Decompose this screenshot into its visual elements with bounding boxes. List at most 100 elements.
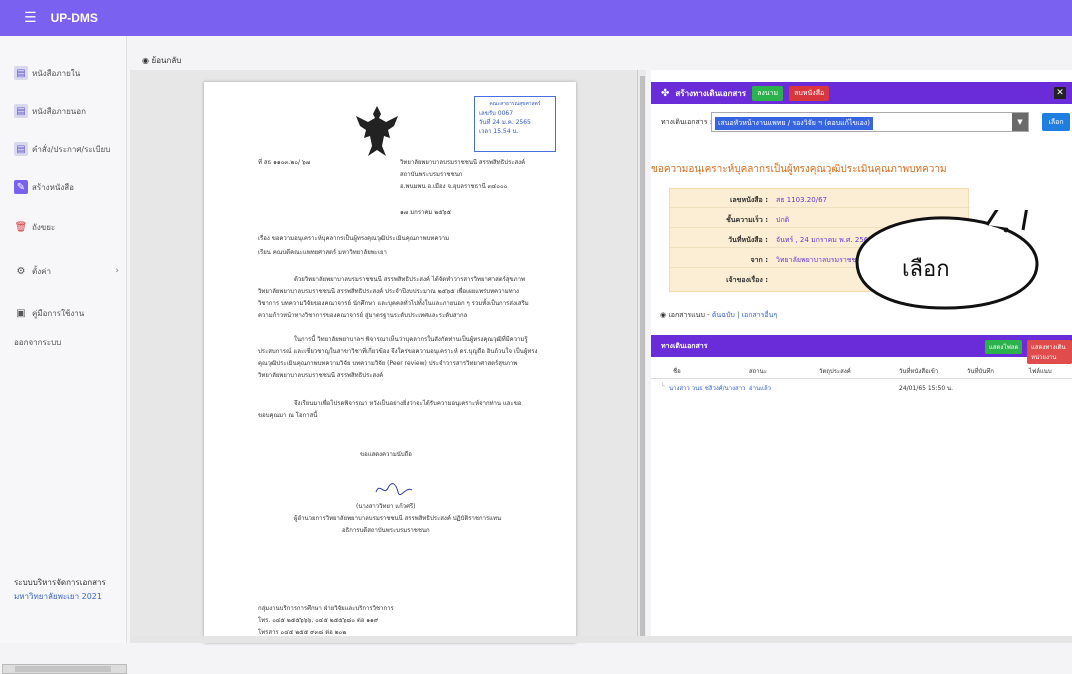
settings-icon: ⚙ [16, 265, 26, 277]
doc-closing: ขอแสดงความนับถือ [360, 451, 412, 458]
viewer-scrollbar[interactable] [637, 70, 646, 643]
document-page: คณะสาธารณสุขศาสตร์ เลขรับ 0067 วันที่ 24… [204, 82, 576, 643]
route-select[interactable]: เสนอหัวหน้างานแพทย / รองวิจัย ฯ (ตอบแก้ไ… [711, 112, 1029, 132]
show-route-button[interactable]: แสดงทางเดินหน่วยงาน [1027, 340, 1072, 364]
inbox-doc-icon: ▤ [14, 66, 28, 80]
sidebar-item-label: หนังสือภายนอก [32, 106, 86, 116]
info-value: ปกติ [776, 216, 790, 224]
scrollbar-thumb[interactable] [15, 666, 111, 672]
back-label: ย้อนกลับ [151, 56, 182, 65]
order-doc-icon: ▤ [14, 142, 28, 156]
doc-org-3: อ.พนมพน อ.เมือง จ.อุบลราชธานี ๓๔๐๐๐ [400, 183, 508, 190]
sidebar-item-external-docs[interactable]: ▤ หนังสือภายนอก [0, 96, 127, 126]
table-row[interactable]: └ นางสาว วนธ ชลิวงศ์/นางสาว อ่านแล้ว 24/… [651, 383, 1072, 397]
info-key: วันที่หนังสือ : [728, 236, 768, 244]
panel-title: สร้างทางเดินเอกสาร [675, 88, 747, 98]
doc-org-2: สถาบันพระบรมราชชนก [400, 171, 463, 178]
menu-icon[interactable]: ☰ [24, 10, 37, 26]
row-name[interactable]: นางสาว วนธ ชลิวงศ์/นางสาว [669, 383, 745, 393]
sidebar-item-label: ถังขยะ [32, 222, 56, 232]
doc-paragraph-3: จึงเรียนมาเพื่อโปรดพิจารณา หวังเป็นอย่าง… [258, 400, 522, 419]
stamp-date: วันที่ 24 ม.ค. 2565 [479, 119, 531, 126]
row-status: อ่านแล้ว [749, 385, 771, 392]
doc-date: ๑๗ มกราคม ๒๕๖๕ [400, 209, 452, 216]
doc-signer-title-1: ผู้อำนวยการวิทยาลัยพยาบาลบรมราชชนนี สรรพ… [294, 515, 502, 522]
sidebar-scrollbar[interactable] [2, 664, 127, 674]
workflow-icon: ✤ [661, 87, 670, 99]
sidebar-item-internal-docs[interactable]: ▤ หนังสือภายใน [0, 58, 127, 88]
create-doc-icon: ✎ [14, 180, 28, 194]
pick-button[interactable]: เลือก [1042, 113, 1070, 131]
back-arrow-icon: ◉ [142, 56, 152, 65]
stamp-number: เลขรับ 0067 [479, 110, 514, 117]
doc-signer-title-2: อธิการบดีสถาบันพระบรมราชชนก [342, 527, 430, 534]
route-table-header: ทางเดินเอกสาร แสดงโฟลด แสดงทางเดินหน่วยง… [651, 335, 1072, 364]
footer-title: ระบบบริหารจัดการเอกสาร [14, 578, 106, 587]
back-button[interactable]: ◉ ย้อนกลับ [142, 54, 181, 67]
doc-signer: (นางสาววิทยา แก้วศรี) [356, 503, 416, 510]
outbox-doc-icon: ▤ [14, 104, 28, 118]
divider [651, 378, 1072, 379]
attachments-line: ◉ เอกสารแนบ - ต้นฉบับ | เอกสารอื่นๆ [660, 311, 778, 319]
column-header: ชื่อ [673, 368, 681, 375]
doc-subject: เรื่อง ขอความอนุเคราะห์บุคลากรเป็นผู้ทรง… [258, 235, 450, 242]
tree-connector: └ [661, 383, 665, 390]
sidebar-item-trash[interactable]: 🗑 ถังขยะ [0, 212, 127, 242]
chevron-right-icon: › [115, 266, 119, 276]
route-row: ทางเดินเอกสาร : เสนอหัวหน้างานแพทย / รอง… [651, 112, 1072, 132]
sign-button[interactable]: ลงนาม [752, 85, 784, 101]
signature-image [375, 483, 413, 495]
sidebar-footer: ระบบบริหารจัดการเอกสาร มหาวิทยาลัยพะเยา … [14, 576, 106, 604]
doc-ref: ที่ สธ ๑๑๐๓.๒๐/ ๖๗ [258, 159, 311, 166]
attachments-links[interactable]: ต้นฉบับ | เอกสารอื่นๆ [712, 311, 777, 319]
doc-to: เรียน คณบดีคณะแพทยศาสตร์ มหาวิทยาลัยพะเย… [258, 249, 387, 256]
sidebar-item-label: ตั้งค่า [32, 266, 51, 276]
stamp-title: คณะสาธารณสุขศาสตร์ [489, 101, 541, 107]
chevron-down-icon[interactable]: ▼ [1012, 113, 1028, 131]
stamp-time: เวลา 15.54 น. [479, 128, 519, 135]
doc-phone: โทร. ๐๔๕ ๒๕๕๖๖๖, ๐๔๕ ๒๕๕๖๘๐ ต่อ ๑๑๙ [258, 617, 379, 624]
column-header: วันที่หนังสือเข้า [899, 368, 939, 375]
route-table-columns: ชื่อ สถานะ วัตถุประสงค์ วันที่หนังสือเข้… [651, 366, 1072, 378]
footer-org-link[interactable]: มหาวิทยาลัยพะเยา 2021 [14, 590, 106, 604]
sidebar-item-create-doc[interactable]: ✎ สร้างหนังสือ [0, 172, 127, 202]
sidebar: ▤ หนังสือภายใน ▤ หนังสือภายนอก ▤ คำสั่ง/… [0, 36, 127, 674]
attachments-label: เอกสารแนบ [668, 311, 705, 319]
top-app-bar: ☰ UP-DMS [0, 0, 1072, 36]
row-in-date: 24/01/65 15:50 น. [899, 385, 954, 392]
route-table-title: ทางเดินเอกสาร [661, 342, 708, 350]
logout-link[interactable]: ออกจากระบบ [14, 336, 61, 349]
panel-header: ✤ สร้างทางเดินเอกสาร ลงนาม ลบหนังสือ ✕ [651, 82, 1072, 104]
sidebar-item-orders[interactable]: ▤ คำสั่ง/ประกาศ/ระเบียบ [0, 134, 127, 164]
doc-org-1: วิทยาลัยพยาบาลบรมราชชนนี สรรพสิทธิประสงค… [400, 159, 526, 166]
document-viewer: คณะสาธารณสุขศาสตร์ เลขรับ 0067 วันที่ 24… [130, 70, 646, 643]
app-title: UP-DMS [50, 11, 98, 25]
info-key: เจ้าของเรื่อง : [726, 276, 768, 284]
route-label: ทางเดินเอกสาร : [661, 118, 713, 126]
scrollbar-thumb[interactable] [640, 76, 645, 636]
sidebar-item-label: หนังสือภายใน [32, 68, 81, 78]
route-selected-value: เสนอหัวหน้างานแพทย / รองวิจัย ฯ (ตอบแก้ไ… [715, 117, 873, 130]
column-header: สถานะ [749, 368, 767, 375]
column-header: ไฟล์แนบ [1029, 368, 1052, 375]
doc-paragraph-2: ในการนี้ วิทยาลัยพยาบาลฯ พิจารณาเห็นว่าบ… [258, 336, 538, 379]
delete-doc-button[interactable]: ลบหนังสือ [789, 85, 830, 101]
document-subject: ขอความอนุเคราะห์บุคลากรเป็นผู้ทรงคุณวุฒิ… [651, 164, 947, 175]
bottom-scrollbar[interactable] [130, 636, 1072, 643]
callout-text: เลือก [902, 257, 950, 282]
sidebar-item-settings[interactable]: ⚙ ตั้งค่า › [0, 256, 127, 286]
doc-paragraph-1: ด้วยวิทยาลัยพยาบาลบรมราชชนนี สรรพสิทธิปร… [258, 276, 529, 319]
sidebar-item-manual[interactable]: ▣ คู่มือการใช้งาน [0, 298, 127, 328]
show-folder-button[interactable]: แสดงโฟลด [985, 340, 1023, 354]
close-icon[interactable]: ✕ [1054, 87, 1066, 99]
sidebar-item-label: คู่มือการใช้งาน [32, 308, 85, 318]
doc-dept: กลุ่มงานบริการการศึกษา ฝ่ายวิจัยและบริกา… [258, 605, 394, 612]
column-header: วันที่บันทึก [967, 368, 994, 375]
info-key: จาก : [750, 256, 768, 264]
trash-icon: 🗑 [14, 221, 28, 233]
sidebar-item-label: คำสั่ง/ประกาศ/ระเบียบ [32, 144, 111, 154]
receive-stamp: คณะสาธารณสุขศาสตร์ เลขรับ 0067 วันที่ 24… [474, 96, 556, 152]
info-key: เลขหนังสือ : [730, 196, 768, 204]
info-row: เลขหนังสือ : สธ 1103.20/67 [670, 191, 970, 208]
manual-icon: ▣ [16, 307, 26, 319]
